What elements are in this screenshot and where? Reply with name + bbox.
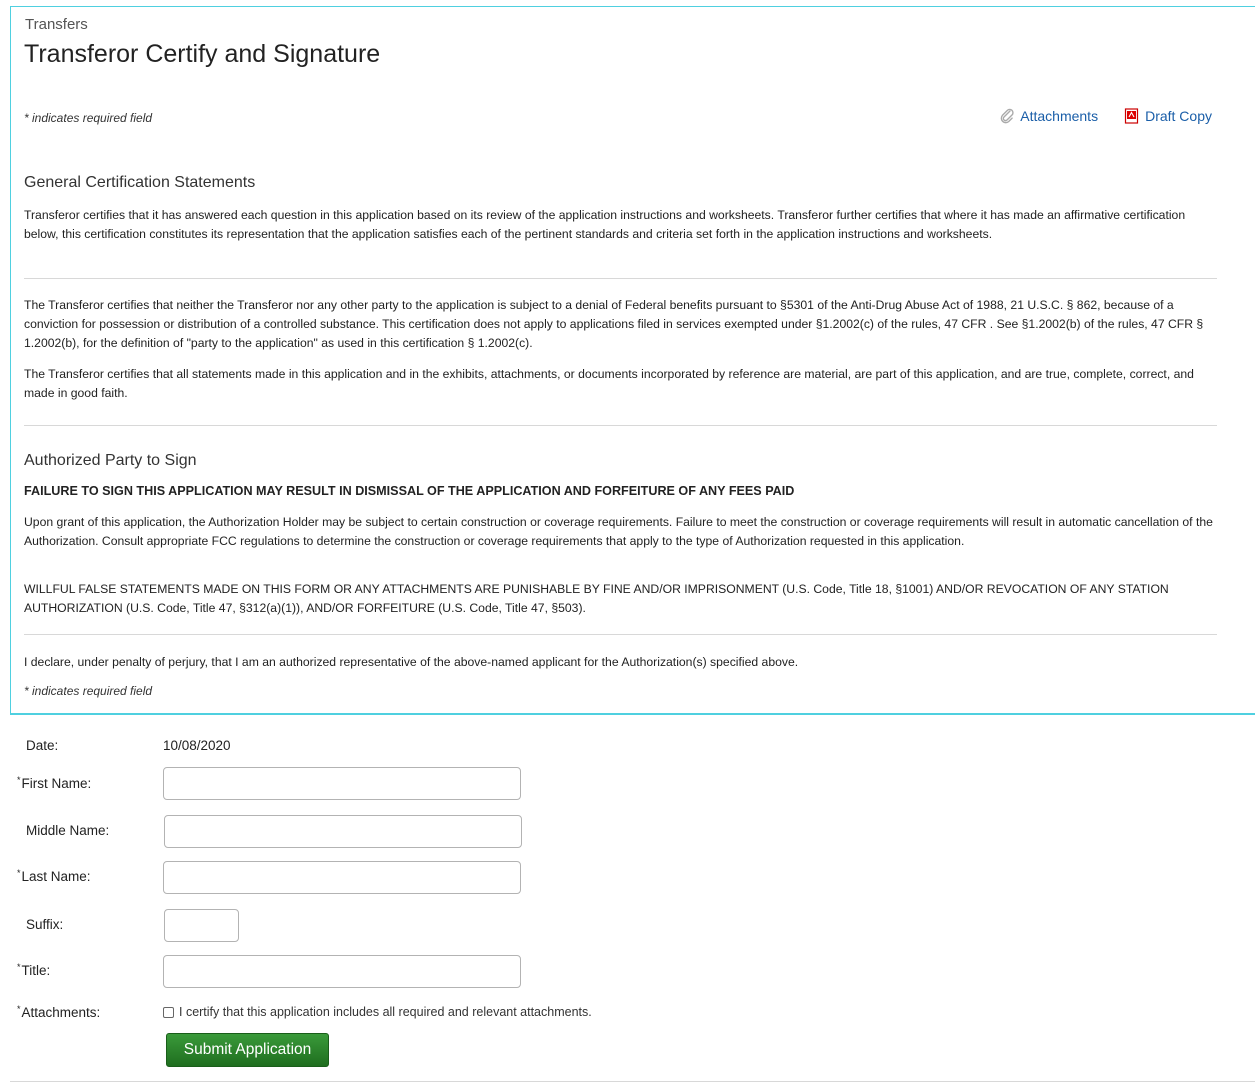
suffix-input[interactable] bbox=[164, 909, 239, 942]
pdf-icon bbox=[1124, 108, 1139, 124]
divider bbox=[24, 425, 1217, 426]
last-name-input[interactable] bbox=[163, 861, 521, 894]
submit-application-button[interactable]: Submit Application bbox=[166, 1033, 329, 1067]
attachments-link-label[interactable]: Attachments bbox=[1020, 108, 1098, 124]
general-certification-title: General Certification Statements bbox=[24, 174, 256, 191]
perjury-declaration: I declare, under penalty of perjury, tha… bbox=[24, 655, 799, 669]
paperclip-icon bbox=[1000, 108, 1014, 124]
title-input[interactable] bbox=[163, 955, 521, 988]
suffix-label: Suffix: bbox=[26, 917, 64, 932]
divider bbox=[24, 634, 1217, 635]
required-asterisk: * bbox=[17, 962, 21, 972]
first-name-label: *First Name: bbox=[17, 775, 92, 791]
middle-name-label: Middle Name: bbox=[26, 823, 110, 838]
failure-to-sign-warning: FAILURE TO SIGN THIS APPLICATION MAY RES… bbox=[24, 484, 795, 498]
required-field-note: * indicates required field bbox=[24, 111, 153, 125]
required-asterisk: * bbox=[17, 1004, 21, 1014]
false-statements-warning: WILLFUL FALSE STATEMENTS MADE ON THIS FO… bbox=[24, 582, 1169, 615]
top-links: Attachments Draft Copy bbox=[999, 108, 1212, 124]
date-value: 10/08/2020 bbox=[163, 738, 231, 753]
title-label: *Title: bbox=[17, 962, 51, 978]
page-title: Transferor Certify and Signature bbox=[24, 40, 381, 68]
first-name-input[interactable] bbox=[163, 767, 521, 800]
drug-abuse-certification: The Transferor certifies that neither th… bbox=[24, 298, 1204, 350]
attachments-certify-text: I certify that this application includes… bbox=[179, 1005, 592, 1019]
attachments-certify-row: I certify that this application includes… bbox=[163, 1005, 592, 1019]
authorized-party-title: Authorized Party to Sign bbox=[24, 452, 197, 469]
date-label: Date: bbox=[26, 738, 59, 753]
breadcrumb[interactable]: Transfers bbox=[25, 16, 88, 33]
truthfulness-certification: The Transferor certifies that all statem… bbox=[24, 367, 1194, 400]
first-name-label-text: First Name: bbox=[21, 776, 92, 791]
required-asterisk: * bbox=[17, 868, 21, 878]
required-field-note: * indicates required field bbox=[24, 684, 153, 698]
divider bbox=[10, 1081, 1255, 1082]
draft-copy-link-label[interactable]: Draft Copy bbox=[1145, 108, 1212, 124]
signature-form: Date: 10/08/2020 *First Name: Middle Nam… bbox=[10, 715, 1255, 1084]
middle-name-input[interactable] bbox=[164, 815, 522, 848]
attachments-certify-checkbox[interactable] bbox=[163, 1006, 174, 1018]
last-name-label: *Last Name: bbox=[17, 868, 91, 884]
last-name-label-text: Last Name: bbox=[21, 869, 91, 884]
divider bbox=[24, 278, 1217, 279]
draft-copy-link[interactable]: Draft Copy bbox=[1124, 108, 1212, 124]
attachments-label-text: Attachments: bbox=[21, 1005, 101, 1020]
attachments-link[interactable]: Attachments bbox=[999, 108, 1098, 124]
construction-requirements-text: Upon grant of this application, the Auth… bbox=[24, 515, 1213, 548]
title-label-text: Title: bbox=[21, 963, 51, 978]
attachments-label: *Attachments: bbox=[17, 1004, 101, 1020]
required-asterisk: * bbox=[17, 775, 21, 785]
certification-panel: Transfers Transferor Certify and Signatu… bbox=[10, 6, 1255, 715]
general-certification-p1: Transferor certifies that it has answere… bbox=[24, 208, 1186, 241]
